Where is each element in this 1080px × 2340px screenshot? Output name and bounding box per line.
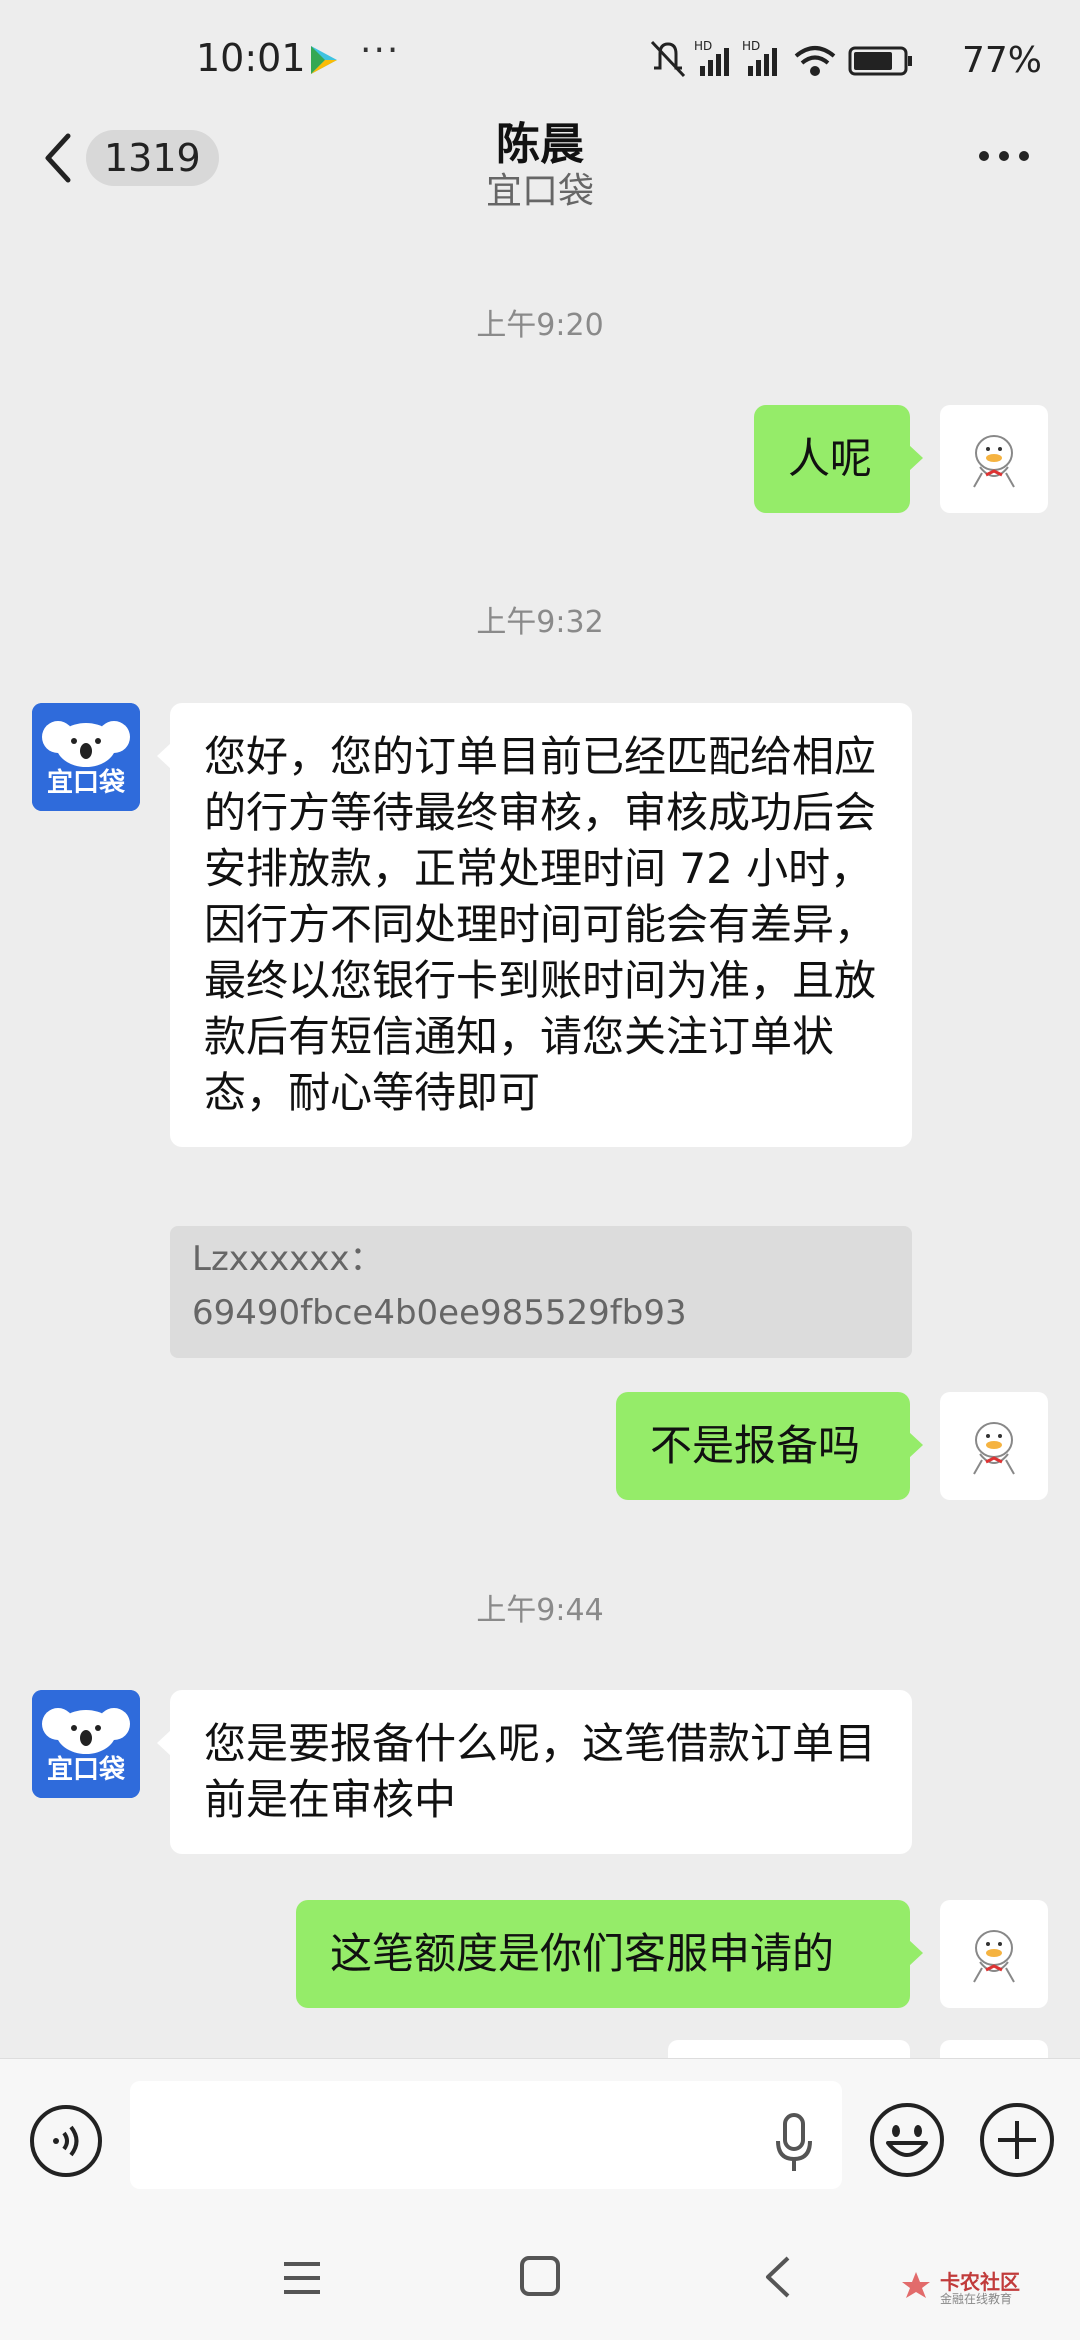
contact-avatar[interactable]: 宜口袋 [32, 703, 140, 811]
duck-avatar-icon [973, 1930, 1015, 1983]
received-message-bubble[interactable]: 您好，您的订单目前已经匹配给相应的行方等待最终审核，审核成功后会安排放款，正常处… [157, 703, 912, 1147]
message-text: 您是要报备什么呢，这笔借款订单目前是在审核中 [204, 1719, 877, 1824]
received-message-bubble[interactable]: 您是要报备什么呢，这笔借款订单目前是在审核中 [157, 1690, 912, 1854]
message-text: 您好，您的订单目前已经匹配给相应的行方等待最终审核，审核成功后会安排放款，正常处… [204, 732, 877, 1117]
quote-line: Lzxxxxxx： [192, 1239, 384, 1279]
emoji-icon[interactable] [868, 2101, 946, 2179]
watermark: 卡农社区 金融在线教育 [898, 2266, 1068, 2310]
more-options-icon[interactable] [976, 148, 1032, 164]
message-text: 不是报备吗 [650, 1421, 861, 1470]
recent-apps-icon[interactable] [280, 2258, 324, 2298]
partial-image-message[interactable] [668, 2040, 910, 2060]
mute-icon [650, 40, 686, 78]
svg-text:HD: HD [694, 39, 712, 53]
timestamp: 上午9:44 [476, 1593, 604, 1628]
my-avatar[interactable] [940, 1392, 1048, 1500]
input-bar [0, 2058, 1080, 2219]
system-nav-bar: 卡农社区 金融在线教育 [0, 2218, 1080, 2340]
status-time: 10:01 [196, 36, 306, 80]
quoted-reference[interactable]: Lzxxxxxx： 69490fbce4b0ee985529fb93 [170, 1226, 912, 1358]
my-avatar[interactable] [940, 1900, 1048, 2008]
koala-logo-icon: 宜口袋 [32, 1690, 140, 1798]
logo-text: 宜口袋 [47, 1754, 126, 1785]
chat-header: 1319 陈晨 宜口袋 [0, 100, 1080, 220]
logo-text: 宜口袋 [47, 767, 126, 798]
home-icon[interactable] [518, 2254, 562, 2298]
koala-logo-icon: 宜口袋 [32, 703, 140, 811]
battery-percent: 77% [961, 40, 1042, 81]
timestamp: 上午9:20 [476, 308, 604, 343]
my-avatar[interactable] [940, 405, 1048, 513]
timestamp: 上午9:32 [476, 605, 604, 640]
message-text: 这笔额度是你们客服申请的 [330, 1929, 835, 1978]
signal-2-icon: HD [742, 39, 777, 76]
contact-avatar[interactable]: 宜口袋 [32, 1690, 140, 1798]
play-store-icon [311, 46, 337, 74]
message-input[interactable] [130, 2081, 842, 2189]
watermark-logo-icon [902, 2272, 930, 2298]
chat-subtitle: 宜口袋 [485, 171, 594, 212]
duck-avatar-icon [973, 1422, 1015, 1475]
microphone-icon[interactable] [774, 2111, 814, 2175]
battery-icon [848, 46, 912, 76]
nav-back-icon[interactable] [762, 2254, 792, 2300]
plus-icon[interactable] [978, 2101, 1056, 2179]
duck-avatar-icon [973, 435, 1015, 488]
wifi-icon [794, 46, 836, 76]
watermark-subtitle: 金融在线教育 [940, 2292, 1013, 2306]
notification-more-icon: ··· [360, 30, 401, 71]
voice-input-icon[interactable] [28, 2103, 104, 2179]
message-text: 人呢 [788, 434, 873, 483]
quote-line: 69490fbce4b0ee985529fb93 [192, 1293, 687, 1333]
my-avatar[interactable] [940, 2040, 1048, 2060]
sent-message-bubble[interactable]: 不是报备吗 [616, 1392, 923, 1500]
sent-message-bubble[interactable]: 人呢 [754, 405, 923, 513]
signal-1-icon: HD [694, 39, 729, 76]
svg-text:HD: HD [742, 39, 760, 53]
sent-message-bubble[interactable]: 这笔额度是你们客服申请的 [296, 1900, 923, 2008]
